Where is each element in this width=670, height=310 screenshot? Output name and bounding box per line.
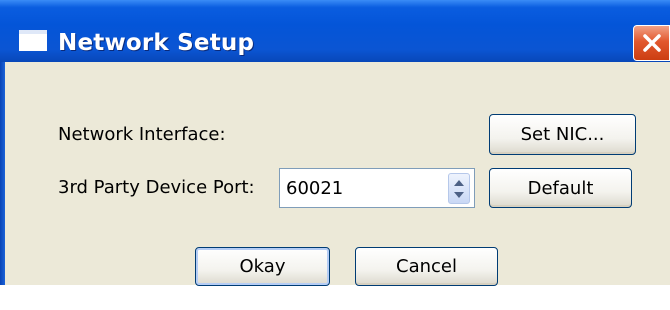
- okay-button[interactable]: Okay: [195, 247, 330, 286]
- device-port-input[interactable]: [286, 176, 436, 200]
- close-button[interactable]: [633, 25, 670, 61]
- network-setup-dialog: Network Setup Network Interface: Set NIC…: [0, 0, 670, 286]
- device-port-spinner[interactable]: [279, 168, 475, 208]
- window-title: Network Setup: [58, 30, 255, 56]
- set-nic-button[interactable]: Set NIC...: [489, 114, 636, 155]
- default-button[interactable]: Default: [489, 168, 632, 208]
- window-left-border: [0, 62, 5, 285]
- title-bar[interactable]: Network Setup: [0, 0, 670, 62]
- spinner-arrows-button[interactable]: [448, 173, 470, 204]
- close-icon: [643, 34, 661, 52]
- network-interface-label: Network Interface:: [58, 124, 226, 145]
- device-port-label: 3rd Party Device Port:: [58, 177, 255, 198]
- up-down-arrows-icon: [454, 180, 464, 198]
- cancel-button[interactable]: Cancel: [355, 247, 498, 286]
- window-icon: [19, 30, 47, 51]
